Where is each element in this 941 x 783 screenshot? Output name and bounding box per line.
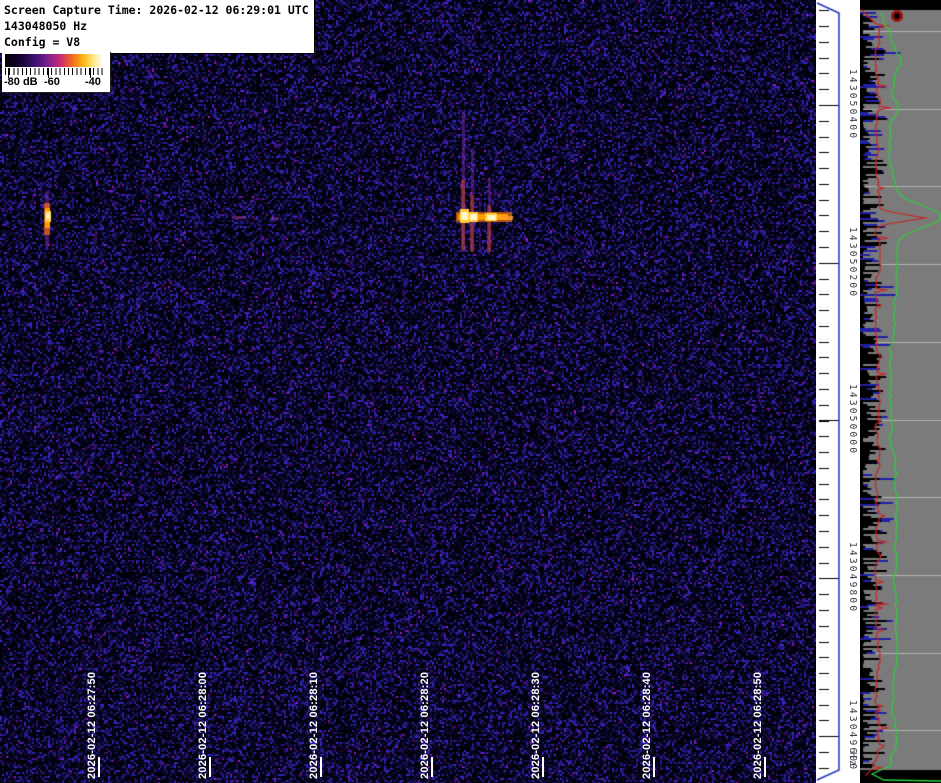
spectrogram-waterfall	[0, 0, 816, 783]
freq-label: 143049800	[847, 542, 858, 614]
time-label: 2026-02-12 06:28:20	[419, 671, 431, 779]
time-label: 2026-02-12 06:28:50	[752, 671, 764, 779]
freq-label: 143050400	[847, 69, 858, 141]
capture-info-box: Screen Capture Time: 2026-02-12 06:29:01…	[0, 0, 315, 54]
time-tick-mark	[209, 757, 211, 777]
db-label-min: -80 dB	[4, 76, 38, 88]
time-label: 2026-02-12 06:27:50	[86, 671, 98, 779]
frequency-text: 143048050 Hz	[4, 19, 88, 33]
time-tick-mark	[542, 757, 544, 777]
db-label-mid: -60	[44, 76, 60, 88]
db-label-max: -40	[85, 76, 101, 88]
spectrum-lab-capture: Screen Capture Time: 2026-02-12 06:29:01…	[0, 0, 941, 783]
freq-unit-label: Hz	[847, 752, 858, 768]
freq-label: 143050200	[847, 227, 858, 299]
color-scale-legend: -80 dB -60 -40	[2, 52, 111, 93]
time-label: 2026-02-12 06:28:30	[530, 671, 542, 779]
time-label: 2026-02-12 06:28:10	[308, 671, 320, 779]
time-tick-mark	[98, 757, 100, 777]
time-tick-mark	[764, 757, 766, 777]
time-label: 2026-02-12 06:28:40	[641, 671, 653, 779]
time-label: 2026-02-12 06:28:00	[197, 671, 209, 779]
frequency-axis-labels: 143050400 143050200 143050000 143049800 …	[816, 0, 860, 783]
freq-label: 143050000	[847, 384, 858, 456]
time-tick-mark	[653, 757, 655, 777]
time-tick-mark	[431, 757, 433, 777]
spectrum-side-panel	[860, 0, 941, 783]
time-tick-mark	[320, 757, 322, 777]
capture-time-text: Screen Capture Time: 2026-02-12 06:29:01…	[4, 3, 309, 17]
color-gradient-bar	[5, 54, 106, 67]
config-text: Config = V8	[4, 35, 81, 49]
